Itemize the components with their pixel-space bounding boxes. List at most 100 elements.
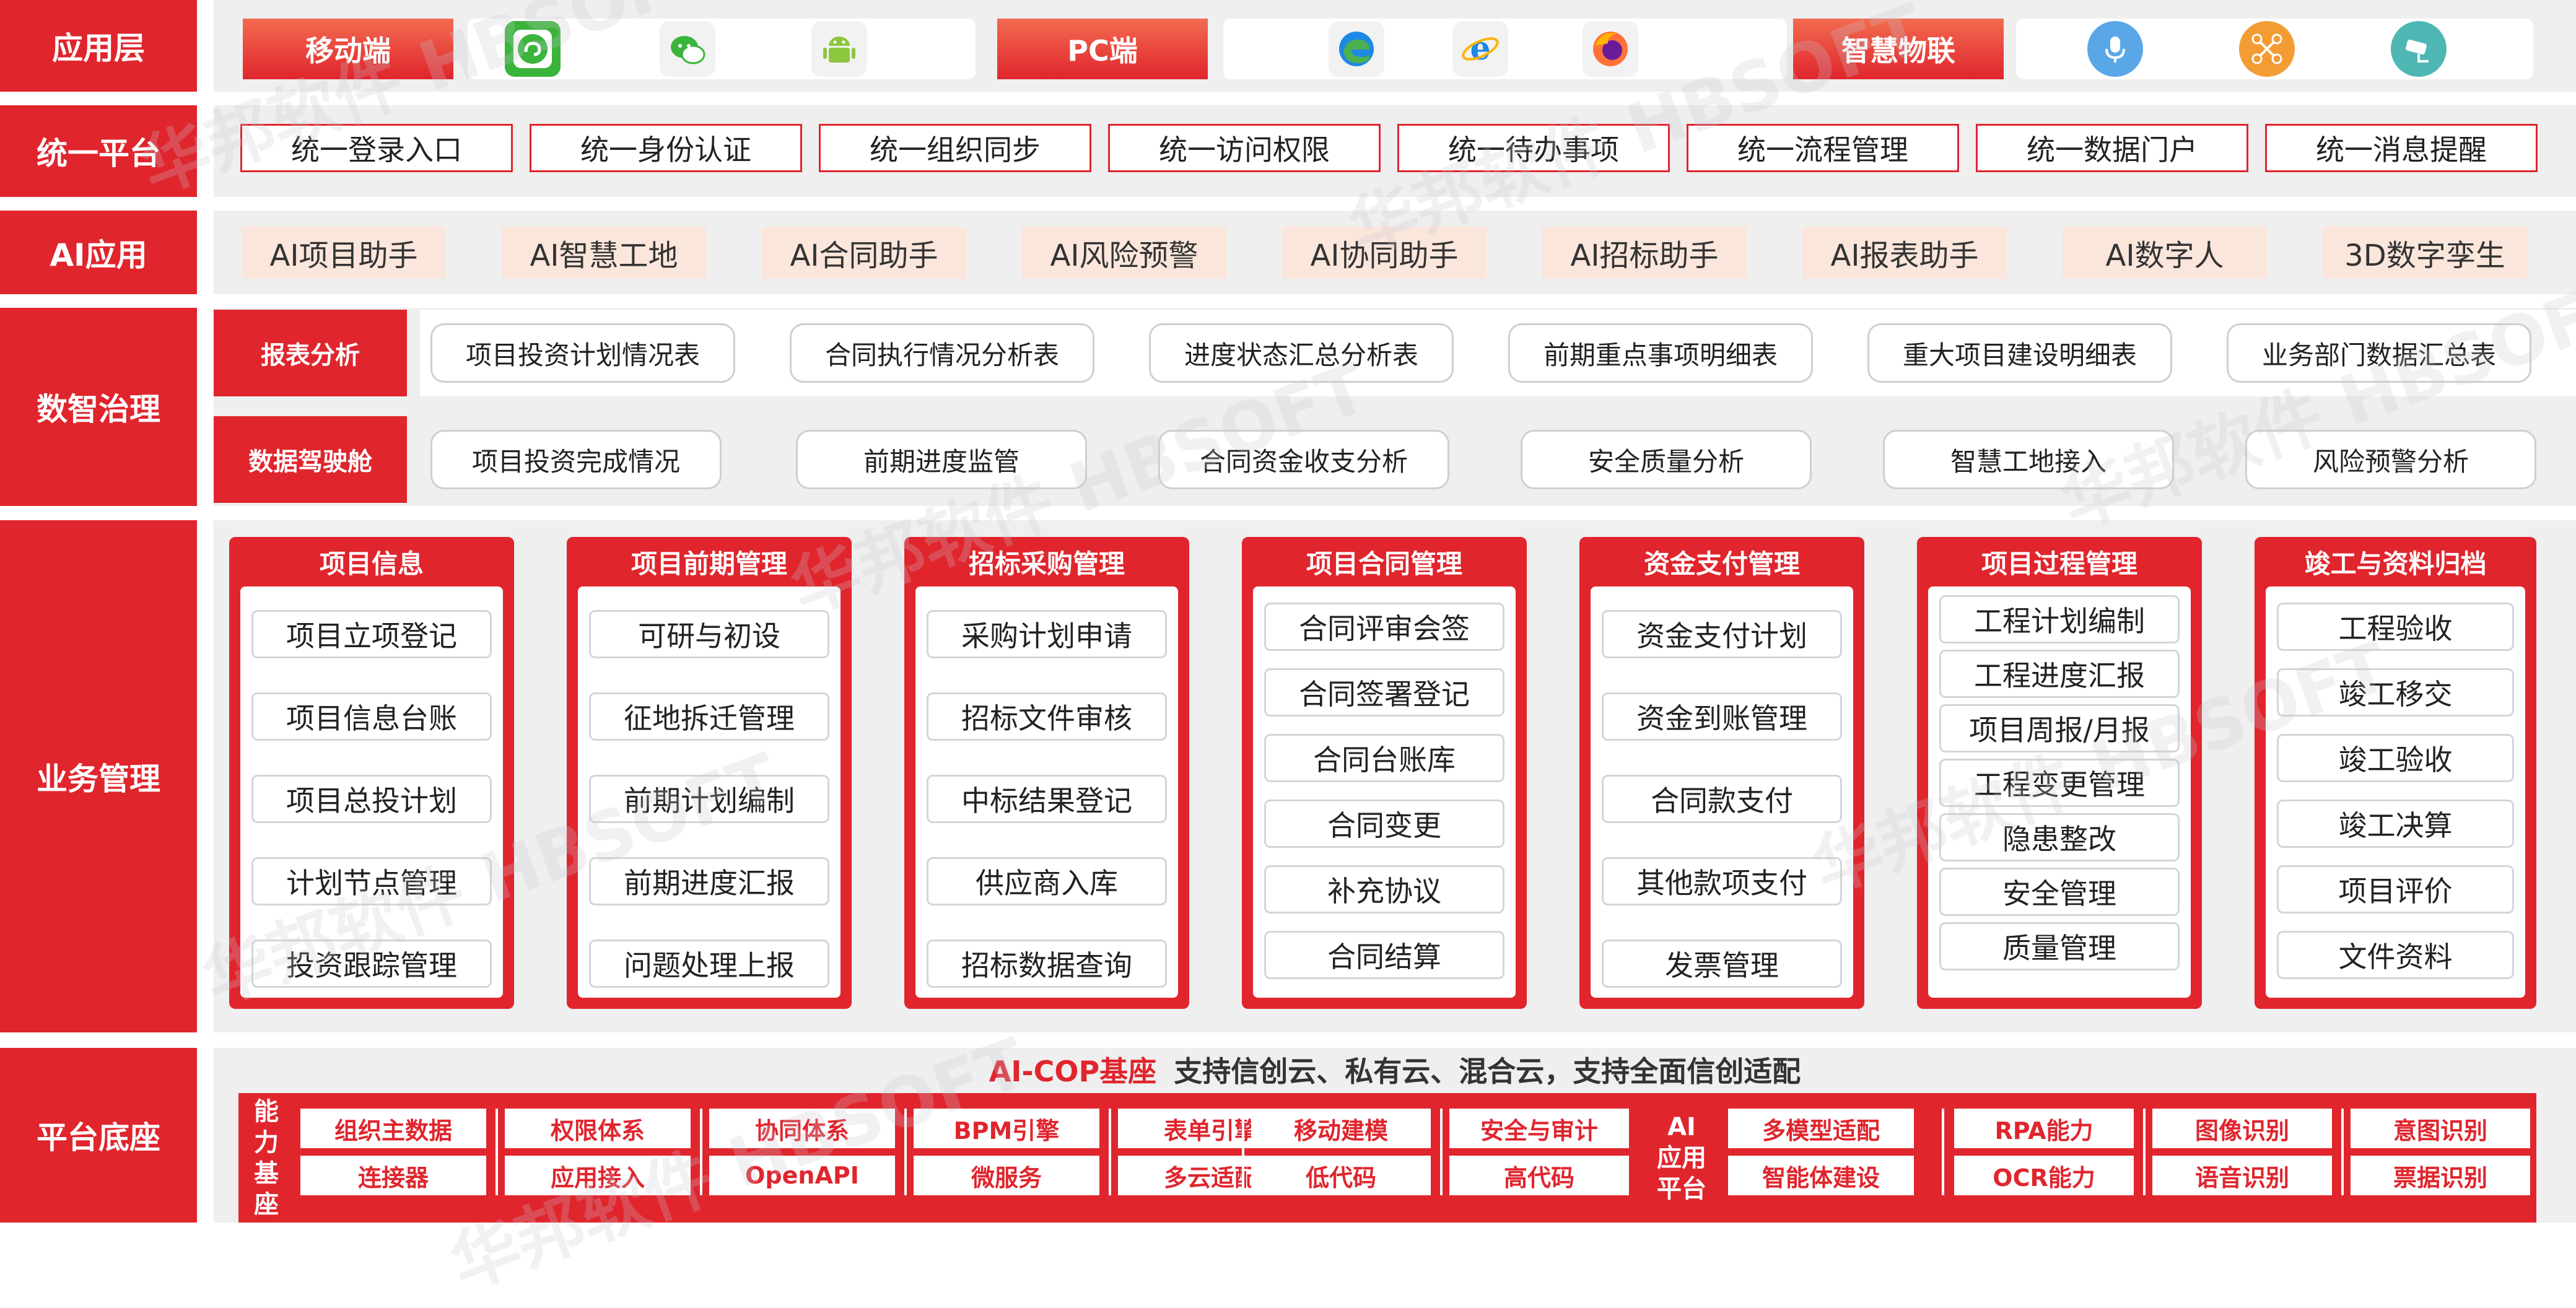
biz-item[interactable]: 招标文件审核 xyxy=(927,692,1167,741)
ai-platform-item[interactable]: 多模型适配 xyxy=(1728,1109,1914,1148)
edge-icon[interactable] xyxy=(1329,21,1384,77)
biz-item[interactable]: 招标数据查询 xyxy=(927,940,1167,988)
ai-app-item[interactable]: 3D数字孪生 xyxy=(2323,227,2527,279)
biz-item[interactable]: 工程变更管理 xyxy=(1939,759,2180,807)
biz-item[interactable]: 补充协议 xyxy=(1264,865,1504,913)
unified-item[interactable]: 统一组织同步 xyxy=(819,124,1091,172)
biz-item[interactable]: 合同签署登记 xyxy=(1264,668,1504,717)
microphone-icon[interactable] xyxy=(2087,21,2143,77)
biz-item[interactable]: 安全管理 xyxy=(1939,868,2180,916)
biz-item[interactable]: 竣工移交 xyxy=(2277,668,2514,717)
report-item[interactable]: 前期重点事项明细表 xyxy=(1508,323,1813,383)
cockpit-item[interactable]: 安全质量分析 xyxy=(1521,430,1812,489)
biz-item[interactable]: 征地拆迁管理 xyxy=(589,692,829,741)
capability-base-label-char: 能 xyxy=(254,1097,279,1126)
firefox-icon[interactable] xyxy=(1583,21,1638,77)
capability-item[interactable]: 安全与审计 xyxy=(1449,1109,1629,1148)
unified-item[interactable]: 统一访问权限 xyxy=(1108,124,1381,172)
ai-platform-item[interactable]: OCR能力 xyxy=(1954,1156,2134,1195)
ai-app-item[interactable]: AI协同助手 xyxy=(1282,227,1487,279)
ie-icon[interactable]: e xyxy=(1452,21,1508,77)
ai-platform-item[interactable]: 图像识别 xyxy=(2152,1109,2332,1148)
capability-item[interactable]: 微服务 xyxy=(914,1156,1099,1195)
biz-item[interactable]: 合同结算 xyxy=(1264,931,1504,979)
unified-item[interactable]: 统一身份认证 xyxy=(530,124,802,172)
biz-item[interactable]: 资金到账管理 xyxy=(1602,692,1842,741)
biz-item[interactable]: 采购计划申请 xyxy=(927,610,1167,658)
biz-item[interactable]: 资金支付计划 xyxy=(1602,610,1842,658)
ai-platform-item[interactable]: RPA能力 xyxy=(1954,1109,2134,1148)
biz-item[interactable]: 发票管理 xyxy=(1602,940,1842,988)
capability-item[interactable]: OpenAPI xyxy=(709,1156,895,1195)
biz-column-process: 项目过程管理 工程计划编制 工程进度汇报 项目周报/月报 工程变更管理 隐患整改… xyxy=(1917,537,2202,1009)
ai-platform-item[interactable]: 语音识别 xyxy=(2152,1156,2332,1195)
biz-item[interactable]: 前期进度汇报 xyxy=(589,857,829,905)
capability-item[interactable]: BPM引擎 xyxy=(914,1109,1099,1148)
biz-item[interactable]: 项目信息台账 xyxy=(251,692,492,741)
biz-item[interactable]: 投资跟踪管理 xyxy=(251,940,492,988)
unified-item[interactable]: 统一待办事项 xyxy=(1397,124,1670,172)
report-item[interactable]: 进度状态汇总分析表 xyxy=(1149,323,1454,383)
cockpit-item[interactable]: 智慧工地接入 xyxy=(1883,430,2174,489)
biz-item[interactable]: 竣工验收 xyxy=(2277,734,2514,782)
biz-item[interactable]: 其他款项支付 xyxy=(1602,857,1842,905)
biz-column-procurement: 招标采购管理 采购计划申请 招标文件审核 中标结果登记 供应商入库 招标数据查询 xyxy=(904,537,1189,1009)
ai-app-item[interactable]: AI智慧工地 xyxy=(502,227,706,279)
biz-item[interactable]: 竣工决算 xyxy=(2277,800,2514,848)
cockpit-item[interactable]: 合同资金收支分析 xyxy=(1158,430,1449,489)
biz-item[interactable]: 隐患整改 xyxy=(1939,813,2180,861)
ai-app-item[interactable]: AI招标助手 xyxy=(1542,227,1747,279)
biz-item[interactable]: 问题处理上报 xyxy=(589,940,829,988)
report-item[interactable]: 合同执行情况分析表 xyxy=(790,323,1094,383)
biz-item[interactable]: 合同变更 xyxy=(1264,800,1504,848)
biz-item[interactable]: 工程计划编制 xyxy=(1939,595,2180,643)
capability-item[interactable]: 移动建模 xyxy=(1251,1109,1431,1148)
ai-app-item[interactable]: AI报表助手 xyxy=(1802,227,2007,279)
ai-platform-item[interactable]: 智能体建设 xyxy=(1728,1156,1914,1195)
biz-item[interactable]: 中标结果登记 xyxy=(927,775,1167,823)
unified-item[interactable]: 统一登录入口 xyxy=(240,124,513,172)
capability-item[interactable]: 权限体系 xyxy=(505,1109,691,1148)
biz-item[interactable]: 文件资料 xyxy=(2277,931,2514,979)
unified-item[interactable]: 统一数据门户 xyxy=(1976,124,2248,172)
biz-item[interactable]: 工程验收 xyxy=(2277,603,2514,651)
biz-item[interactable]: 质量管理 xyxy=(1939,922,2180,970)
mini-program-icon[interactable] xyxy=(505,21,561,77)
biz-item[interactable]: 前期计划编制 xyxy=(589,775,829,823)
cockpit-item[interactable]: 前期进度监管 xyxy=(796,430,1087,489)
capability-item[interactable]: 低代码 xyxy=(1251,1156,1431,1195)
biz-item[interactable]: 合同款支付 xyxy=(1602,775,1842,823)
unified-item[interactable]: 统一流程管理 xyxy=(1687,124,1959,172)
wechat-icon[interactable] xyxy=(660,21,715,77)
capability-item[interactable]: 应用接入 xyxy=(505,1156,691,1195)
ai-platform-item[interactable]: 意图识别 xyxy=(2351,1109,2530,1148)
capability-item[interactable]: 连接器 xyxy=(300,1156,486,1195)
unified-item[interactable]: 统一消息提醒 xyxy=(2265,124,2538,172)
biz-item[interactable]: 项目立项登记 xyxy=(251,610,492,658)
biz-item[interactable]: 项目总投计划 xyxy=(251,775,492,823)
android-icon[interactable] xyxy=(811,21,867,77)
cockpit-item[interactable]: 风险预警分析 xyxy=(2245,430,2536,489)
cockpit-item[interactable]: 项目投资完成情况 xyxy=(430,430,722,489)
biz-item[interactable]: 供应商入库 xyxy=(927,857,1167,905)
report-item[interactable]: 重大项目建设明细表 xyxy=(1867,323,2172,383)
ai-app-item[interactable]: AI项目助手 xyxy=(242,227,446,279)
biz-item[interactable]: 合同评审会签 xyxy=(1264,603,1504,651)
biz-item[interactable]: 可研与初设 xyxy=(589,610,829,658)
ai-app-item[interactable]: AI风险预警 xyxy=(1022,227,1226,279)
capability-item[interactable]: 高代码 xyxy=(1449,1156,1629,1195)
camera-icon[interactable] xyxy=(2391,21,2447,77)
ai-app-item[interactable]: AI数字人 xyxy=(2063,227,2267,279)
biz-item[interactable]: 计划节点管理 xyxy=(251,857,492,905)
report-item[interactable]: 项目投资计划情况表 xyxy=(430,323,735,383)
ai-platform-item[interactable]: 票据识别 xyxy=(2351,1156,2530,1195)
capability-item[interactable]: 组织主数据 xyxy=(300,1109,486,1148)
capability-item[interactable]: 协同体系 xyxy=(709,1109,895,1148)
ai-app-item[interactable]: AI合同助手 xyxy=(762,227,966,279)
report-item[interactable]: 业务部门数据汇总表 xyxy=(2227,323,2531,383)
drone-icon[interactable] xyxy=(2239,21,2295,77)
biz-item[interactable]: 合同台账库 xyxy=(1264,734,1504,782)
biz-item[interactable]: 工程进度汇报 xyxy=(1939,650,2180,698)
biz-item[interactable]: 项目评价 xyxy=(2277,865,2514,913)
biz-item[interactable]: 项目周报/月报 xyxy=(1939,704,2180,752)
